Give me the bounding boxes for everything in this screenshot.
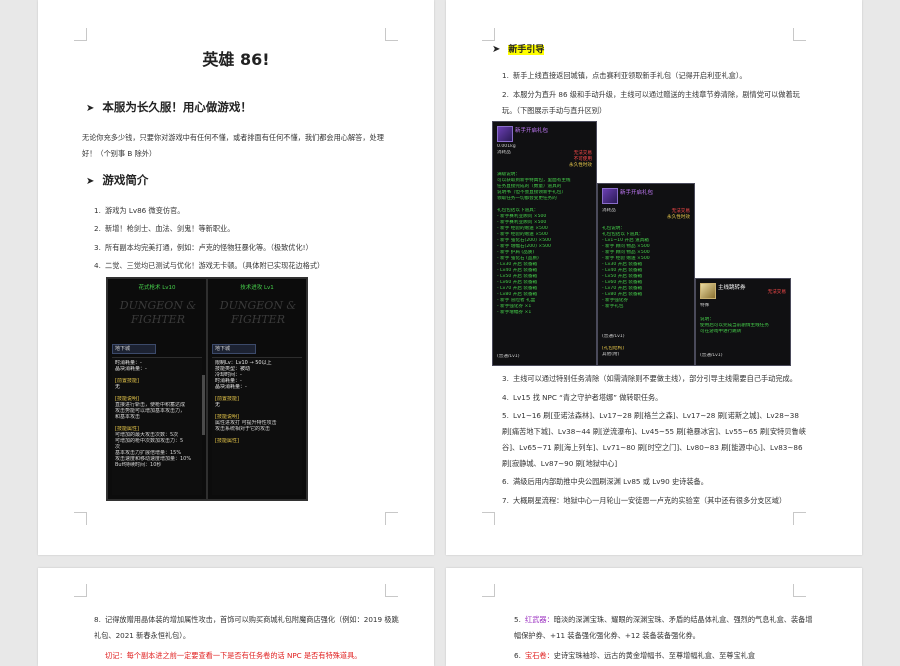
document-page-2: ➤ 新手引导 1. 新手上线直接返回城镇，点击赛利亚领取新手礼包（记得开启利亚礼盒）… [446, 0, 862, 555]
skill-panel-left: 花式枪术 Lv10 DUNGEON & FIGHTER 地下城 时消耗量：- 晶… [107, 278, 207, 500]
margin-mark [385, 584, 398, 597]
intro-paragraph: 无论你充多少钱，只要你对游戏中有任何不懂，或者排面有任何不懂，我们都会用心解答，… [82, 133, 384, 158]
margin-mark [793, 584, 806, 597]
margin-mark [793, 28, 806, 41]
margin-mark [793, 512, 806, 525]
list-item: 2. 新增！枪剑士、血法、剑鬼！等新职业。 [94, 224, 235, 233]
tooltip-card-quest-ticket: 主线跳转券 特殊 无法交易 说明： 使用后可以完成当前剧情主线任务 可在游戏中进… [695, 278, 791, 366]
margin-mark [74, 584, 87, 597]
document-page-1: 英雄 86! ➤ 本服为长久服！用心做游戏！ 无论你充多少钱，只要你对游戏中有任何… [38, 0, 434, 555]
list-item: 5. Lv1~16 刷[亚诺法森林]、Lv17~28 刷[格兰之森]、Lv17~2… [502, 411, 806, 468]
list-item: 7. 大概刷星流程：地狱中心一月轮山一安徒恩一卢克的实验室（其中还有很多分支区域） [502, 496, 787, 505]
margin-mark [74, 512, 87, 525]
bullet-arrow-icon: ➤ [86, 103, 95, 114]
list-item: 2. 本服分为直升 86 级和手动升级，主线可以通过赠送的主线章节券清除，剧情党可… [502, 90, 800, 115]
dungeon-select: 地下城 [112, 344, 156, 354]
heading-game-intro: ➤ 游戏简介 [86, 173, 149, 187]
dungeon-select: 地下城 [212, 344, 256, 354]
skill-description: 限制Lv：Lv10 → 50以上 技能类型：被动 冷却时间：- 时消耗量：- 晶… [212, 357, 302, 495]
document-page-3: 8. 记得放赠用晶体装的增加属性攻击，首饰可以购买商城礼包附魔商店强化（例如：20… [38, 568, 434, 666]
list-item: 1. 游戏为 Lv86 微变仿官。 [94, 206, 185, 215]
ticket-icon [700, 283, 716, 299]
heading-newbie-guide: ➤ 新手引导 [492, 44, 545, 55]
list-item: 6. 满级后用内部助推中央公园刷深渊 Lv85 或 Lv90 史诗装备。 [502, 477, 708, 486]
list-item: 1. 新手上线直接返回城镇，点击赛利亚领取新手礼包（记得开启利亚礼盒）。 [502, 71, 747, 80]
margin-mark [385, 28, 398, 41]
warning-text: 切记：每个副本进之前一定要查看一下是否有任务卷的话 NPC 是否有特殊道具。 [105, 651, 362, 660]
document-title: 英雄 86! [202, 50, 270, 69]
game-logo: DUNGEON & FIGHTER [219, 299, 297, 326]
skill-title: 技术进攻 Lv1 [240, 285, 274, 291]
list-item: 3. 主线可以通过特别任务清除（如需清除则不要做主线），部分引导主线需要自己手动完… [502, 374, 797, 383]
bullet-arrow-icon: ➤ [86, 176, 95, 187]
list-item: 5. 红武器：暗淡的深渊宝珠、耀眼的深渊宝珠、矛盾的结晶体礼盒、强烈的气息礼盒、装… [514, 615, 813, 640]
game-logo: DUNGEON & FIGHTER [119, 299, 197, 326]
bullet-arrow-icon: ➤ [492, 44, 501, 55]
list-item: 8. 记得放赠用晶体装的增加属性攻击，首饰可以购买商城礼包附魔商店强化（例如：20… [94, 615, 399, 640]
list-item: 6. 宝石卷：史诗宝珠袖珍、远古的黄金增幅书、至尊增幅礼盒、至尊宝礼盒 [514, 651, 756, 660]
heading-long-term-server: ➤ 本服为长久服！用心做游戏！ [86, 100, 252, 114]
document-page-4: 5. 红武器：暗淡的深渊宝珠、耀眼的深渊宝珠、矛盾的结晶体礼盒、强烈的气息礼盒、装… [446, 568, 862, 666]
margin-mark [74, 28, 87, 41]
skill-description: 时消耗量：- 晶块消耗量：- [前置技能] 无 [技能说明] 直接进行斩击，使枪… [112, 357, 202, 495]
margin-mark [482, 28, 495, 41]
list-item: 4. Lv15 找 NPC “青之守护者塔娜” 做转职任务。 [502, 393, 663, 402]
tooltip-card-newbie-pack: 新手开启礼包 0.001kg 消耗品 无法交易 不可使用 永久性时效 满级说明：… [492, 121, 597, 366]
scrollbar[interactable] [202, 375, 205, 435]
list-item: 4. 二觉、三觉均已测试与优化！游戏无卡顿。（具体附已实现花边格式） [94, 261, 325, 270]
gift-box-icon [602, 188, 618, 204]
margin-mark [482, 584, 495, 597]
skill-screenshot: 花式枪术 Lv10 DUNGEON & FIGHTER 地下城 时消耗量：- 晶… [106, 277, 308, 501]
margin-mark [482, 512, 495, 525]
gift-box-icon [497, 126, 513, 142]
margin-mark [385, 512, 398, 525]
skill-title: 花式枪术 Lv10 [138, 285, 176, 291]
list-item: 3. 所有副本均完美打通，例如：卢克的怪物狂暴化等。（极致优化!） [94, 243, 313, 252]
skill-panel-right: 技术进攻 Lv1 DUNGEON & FIGHTER 地下城 限制Lv：Lv10… [207, 278, 307, 500]
tooltip-card-gift-pack: 新手开启礼包 消耗品 无法交易 永久性时效 礼包说明： 礼包包括以下道具： - … [597, 183, 695, 366]
